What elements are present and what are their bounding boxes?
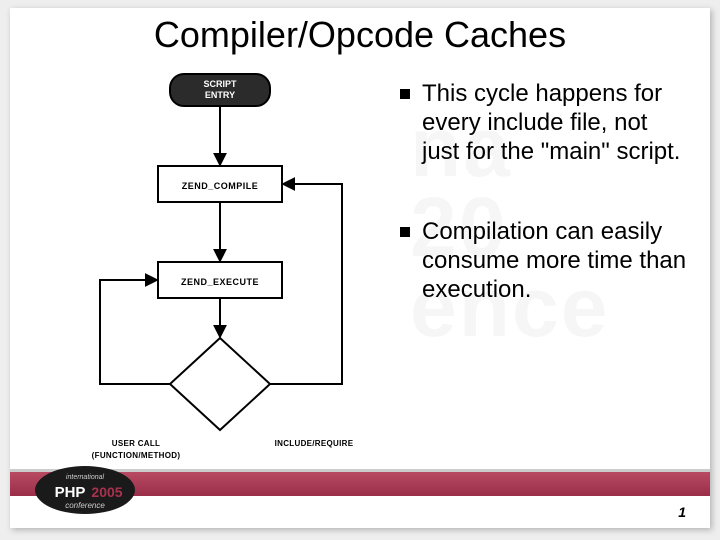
bullet-text: This cycle happens for every include fil…	[422, 80, 690, 166]
bullet-list: This cycle happens for every include fil…	[400, 80, 690, 357]
slide-title: Compiler/Opcode Caches	[10, 14, 710, 56]
fc-script-entry-1: SCRIPT	[203, 79, 237, 89]
fc-left-l1: USER CALL	[112, 439, 160, 448]
slide: Compiler/Opcode Caches na 20 ence SCRIPT…	[10, 8, 710, 528]
square-bullet-icon	[400, 227, 410, 237]
bullet-item: This cycle happens for every include fil…	[400, 80, 690, 166]
square-bullet-icon	[400, 89, 410, 99]
page-number: 1	[678, 504, 686, 520]
fc-left-l2: (FUNCTION/METHOD)	[92, 451, 181, 460]
logo-line3: 2005	[91, 484, 122, 500]
bullet-text: Compilation can easily consume more time…	[422, 218, 690, 304]
flowchart: SCRIPT ENTRY ZEND_COMPILE ZEND_EXECUTE U…	[70, 66, 380, 466]
conference-logo: international PHP 2005 conference	[30, 463, 150, 518]
fc-script-entry-2: ENTRY	[205, 90, 235, 100]
logo-line4: conference	[65, 501, 105, 510]
bullet-item: Compilation can easily consume more time…	[400, 218, 690, 304]
logo-line1: international	[66, 474, 105, 481]
logo-line2: PHP	[55, 484, 86, 501]
fc-compile: ZEND_COMPILE	[182, 181, 259, 191]
fc-execute: ZEND_EXECUTE	[181, 277, 259, 287]
fc-right: INCLUDE/REQUIRE	[275, 439, 354, 448]
